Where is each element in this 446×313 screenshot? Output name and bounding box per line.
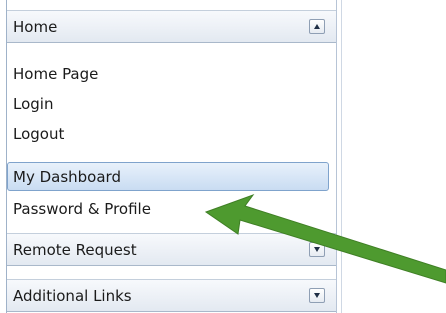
navigation-screenshot: Home Home Page Login Logout My Dashboard…: [0, 0, 446, 313]
green-arrow-icon: [204, 193, 446, 284]
